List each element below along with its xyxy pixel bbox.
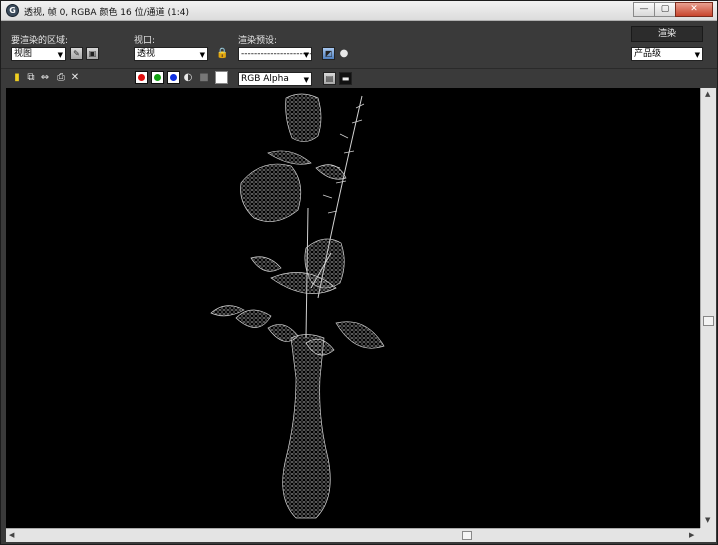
monochrome-icon[interactable]: ■ xyxy=(198,72,210,84)
leaf-upper-right xyxy=(315,164,347,180)
horizontal-scroll-thumb[interactable] xyxy=(462,531,472,540)
scroll-corner xyxy=(700,528,716,542)
preset-select-value: ------------------------- xyxy=(241,49,311,59)
frame-toolbar: ▮ ⧉ ⇔ ⎙ ✕ ◐ ■ RGB Alpha ▼ ▤ ▬ xyxy=(1,68,717,88)
scroll-right-icon[interactable]: ▶ xyxy=(689,531,694,539)
red-dot xyxy=(138,74,145,81)
app-icon[interactable]: G xyxy=(6,4,19,17)
window-title: 透视, 帧 0, RGBA 颜色 16 位/通道 (1:4) xyxy=(24,8,190,18)
region-auto-icon[interactable]: ▣ xyxy=(86,47,99,60)
scroll-up-icon[interactable]: ▲ xyxy=(705,90,710,98)
rendered-frame-window: G 透视, 帧 0, RGBA 颜色 16 位/通道 (1:4) — ▢ ✕ 要… xyxy=(0,0,718,545)
copy-icon[interactable]: ⧉ xyxy=(25,72,37,84)
region-edit-icon[interactable]: ✎ xyxy=(70,47,83,60)
close-button[interactable]: ✕ xyxy=(675,2,713,17)
lock-icon[interactable]: 🔒 xyxy=(216,48,228,60)
scroll-down-icon[interactable]: ▼ xyxy=(705,516,710,524)
leaf-left-2 xyxy=(250,256,282,272)
viewport-label: 视口: xyxy=(134,36,156,46)
preset-select[interactable]: ------------------------- ▼ xyxy=(238,47,312,61)
area-label: 要渲染的区域: xyxy=(11,36,69,46)
title-bar[interactable]: G 透视, 帧 0, RGBA 颜色 16 位/通道 (1:4) — ▢ ✕ xyxy=(1,1,717,21)
minimize-button[interactable]: — xyxy=(633,2,655,17)
color-swatch[interactable] xyxy=(215,71,228,84)
leaf-far-left xyxy=(210,305,245,317)
quality-select-value: 产品级 xyxy=(634,49,662,59)
vertical-scrollbar[interactable]: ▲ ▼ xyxy=(700,88,716,528)
vase-shape xyxy=(282,334,331,519)
render-button[interactable]: 渲染 xyxy=(631,26,703,42)
leaf-upper xyxy=(267,150,312,165)
clear-icon[interactable]: ✕ xyxy=(69,72,81,84)
green-dot xyxy=(154,74,161,81)
display-icon[interactable]: ▤ xyxy=(323,72,336,85)
window-controls: — ▢ ✕ xyxy=(633,2,713,19)
leaf-mid xyxy=(267,324,299,342)
quality-select[interactable]: 产品级 ▼ xyxy=(631,47,703,61)
alpha-icon[interactable]: ◐ xyxy=(182,72,194,84)
print-icon[interactable]: ⎙ xyxy=(55,72,67,84)
scroll-left-icon[interactable]: ◀ xyxy=(9,531,14,539)
red-channel-toggle[interactable] xyxy=(135,71,148,84)
leaf-left xyxy=(235,309,272,328)
teapot-icon[interactable]: ● xyxy=(338,48,350,60)
maximize-button[interactable]: ▢ xyxy=(654,2,676,17)
chevron-down-icon: ▼ xyxy=(199,51,205,59)
chevron-down-icon: ▼ xyxy=(57,51,63,59)
rose-top xyxy=(285,93,322,142)
viewport-select-value: 透视 xyxy=(137,49,156,59)
channel-select[interactable]: RGB Alpha ▼ xyxy=(238,72,312,86)
preset-label: 渲染预设: xyxy=(238,36,278,46)
leaf-right xyxy=(335,321,385,349)
rose-middle xyxy=(240,163,302,222)
chevron-down-icon: ▼ xyxy=(303,51,309,59)
chevron-down-icon: ▼ xyxy=(303,76,309,84)
viewport-select[interactable]: 透视 ▼ xyxy=(134,47,208,61)
rose-wireframe-group xyxy=(210,93,385,519)
save-icon[interactable]: ▮ xyxy=(11,72,23,84)
panel-icon[interactable]: ▬ xyxy=(339,72,352,85)
clone-icon[interactable]: ⇔ xyxy=(39,72,51,84)
chevron-down-icon: ▼ xyxy=(694,51,700,59)
area-select[interactable]: 视图 ▼ xyxy=(11,47,66,61)
render-viewport[interactable] xyxy=(6,88,700,528)
environment-icon[interactable]: ◩ xyxy=(322,47,335,60)
fern-leaves xyxy=(322,103,365,214)
horizontal-scrollbar[interactable]: ◀ ▶ xyxy=(6,528,700,542)
vertical-scroll-thumb[interactable] xyxy=(703,316,714,326)
green-channel-toggle[interactable] xyxy=(151,71,164,84)
blue-dot xyxy=(170,74,177,81)
channel-select-value: RGB Alpha xyxy=(241,74,289,84)
render-controls: 要渲染的区域: 视图 ▼ ✎ ▣ 视口: 透视 ▼ 🔒 渲染预设: ------… xyxy=(1,22,717,68)
blue-channel-toggle[interactable] xyxy=(167,71,180,84)
area-select-value: 视图 xyxy=(14,49,33,59)
wireframe-rose-render xyxy=(210,93,385,519)
